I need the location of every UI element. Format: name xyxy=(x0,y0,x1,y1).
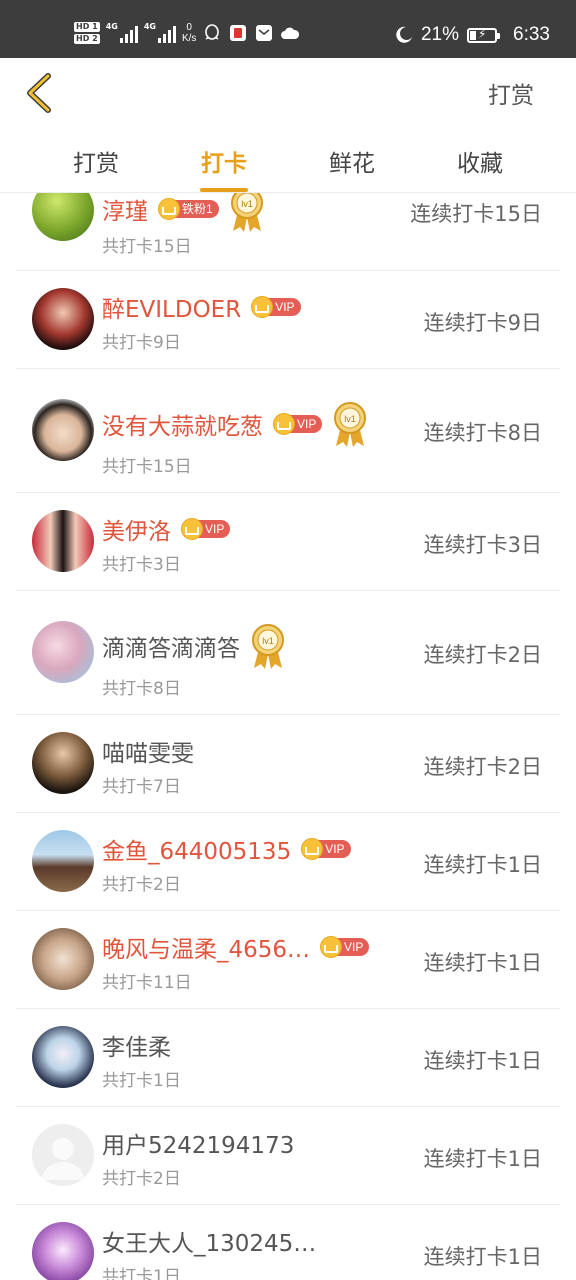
hd2-label: HD 2 xyxy=(74,34,100,44)
user-name: 没有大蒜就吃葱 xyxy=(102,414,263,440)
moon-icon xyxy=(396,26,412,43)
user-name: 滴滴答滴滴答 xyxy=(102,636,240,662)
total-checkin: 共打卡15日 xyxy=(102,457,192,477)
user-name: 李佳柔 xyxy=(102,1035,171,1061)
streak-checkin: 连续打卡1日 xyxy=(423,1147,542,1171)
list-item[interactable]: 滴滴答滴滴答 lv1 共打卡8日 连续打卡2日 xyxy=(16,590,560,715)
status-bar-right: 21% ⚡ 6:33 xyxy=(395,20,550,50)
user-name: 金鱼_644005135 xyxy=(102,839,292,865)
battery-charging-icon: ⚡ xyxy=(467,27,501,43)
streak-checkin: 连续打卡2日 xyxy=(423,643,542,667)
streak-checkin: 连续打卡1日 xyxy=(423,951,542,975)
clock: 6:33 xyxy=(513,24,550,45)
tab-checkin[interactable]: 打卡 xyxy=(200,144,248,192)
list-item[interactable]: 美伊洛 VIP 共打卡3日 连续打卡3日 xyxy=(16,492,560,591)
hd-indicator: HD 1 HD 2 xyxy=(74,22,100,44)
avatar[interactable] xyxy=(32,928,94,990)
vip-badge: VIP xyxy=(320,936,370,958)
streak-checkin: 连续打卡9日 xyxy=(423,311,542,335)
avatar[interactable] xyxy=(32,399,94,461)
avatar[interactable] xyxy=(32,621,94,683)
status-bar-left: HD 1 HD 2 4G 4G 0 K/s xyxy=(74,16,300,50)
total-checkin: 共打卡8日 xyxy=(102,679,181,699)
total-checkin: 共打卡1日 xyxy=(102,1071,181,1091)
network-speed: 0 K/s xyxy=(181,22,197,44)
streak-checkin: 连续打卡1日 xyxy=(423,853,542,877)
avatar[interactable] xyxy=(32,1124,94,1186)
total-checkin: 共打卡3日 xyxy=(102,555,181,575)
total-checkin: 共打卡2日 xyxy=(102,1169,181,1189)
total-checkin: 共打卡11日 xyxy=(102,973,192,993)
reward-action-button[interactable]: 打赏 xyxy=(488,76,534,110)
total-checkin: 共打卡9日 xyxy=(102,333,181,353)
list-item[interactable]: 晚风与温柔_4656… VIP 共打卡11日 连续打卡1日 xyxy=(16,910,560,1009)
avatar[interactable] xyxy=(32,510,94,572)
svg-text:lv1: lv1 xyxy=(241,199,253,209)
list-item[interactable]: 喵喵雯雯 共打卡7日 连续打卡2日 xyxy=(16,714,560,813)
user-name: 用户5242194173 xyxy=(102,1133,295,1159)
level-medal-icon: lv1 xyxy=(252,624,284,669)
user-name: 醉EVILDOER xyxy=(102,297,242,323)
total-checkin: 共打卡7日 xyxy=(102,777,181,797)
user-name: 美伊洛 xyxy=(102,519,171,545)
streak-checkin: 连续打卡1日 xyxy=(423,1245,542,1269)
status-bar: HD 1 HD 2 4G 4G 0 K/s 21% ⚡ 6:33 xyxy=(0,0,576,58)
signal-2-icon: 4G xyxy=(144,23,176,43)
top-header: 打赏 xyxy=(0,58,576,130)
streak-checkin: 连续打卡3日 xyxy=(423,533,542,557)
list-item[interactable]: 李佳柔 共打卡1日 连续打卡1日 xyxy=(16,1008,560,1107)
list-item[interactable]: 用户5242194173 共打卡2日 连续打卡1日 xyxy=(16,1106,560,1205)
checkin-list: 淳瑾 铁粉1 lv1 共打卡15日 连续打卡15日 醉EVILDOER VIP … xyxy=(0,193,576,1280)
vip-badge: VIP xyxy=(251,296,301,318)
avatar[interactable] xyxy=(32,193,94,241)
list-item[interactable]: 金鱼_644005135 VIP 共打卡2日 连续打卡1日 xyxy=(16,812,560,911)
avatar[interactable] xyxy=(32,288,94,350)
level-medal-icon: lv1 xyxy=(334,402,367,447)
list-item[interactable]: 醉EVILDOER VIP 共打卡9日 连续打卡9日 xyxy=(16,270,560,369)
qq-icon xyxy=(202,23,222,43)
tab-bar: 打赏 打卡 鲜花 收藏 xyxy=(0,130,576,193)
avatar[interactable] xyxy=(32,732,94,794)
list-item[interactable]: 女王大人_130245… 共打卡1日 连续打卡1日 xyxy=(16,1204,560,1280)
vip-badge: VIP xyxy=(301,838,351,860)
cloud-icon xyxy=(280,23,300,43)
red-app-icon xyxy=(228,23,248,43)
avatar[interactable] xyxy=(32,1026,94,1088)
tab-favorites[interactable]: 收藏 xyxy=(457,144,503,178)
svg-text:lv1: lv1 xyxy=(345,414,357,424)
default-avatar-icon xyxy=(42,1138,84,1180)
user-name: 淳瑾 xyxy=(102,199,148,225)
avatar[interactable] xyxy=(32,830,94,892)
avatar[interactable] xyxy=(32,1222,94,1280)
total-checkin: 共打卡15日 xyxy=(102,237,192,257)
active-tab-indicator xyxy=(200,188,248,192)
user-name: 喵喵雯雯 xyxy=(102,741,194,767)
fan-badge: 铁粉1 xyxy=(158,198,219,220)
signal-1-icon: 4G xyxy=(106,23,138,43)
tab-reward[interactable]: 打赏 xyxy=(73,144,119,178)
streak-checkin: 连续打卡15日 xyxy=(410,202,542,226)
user-name: 女王大人_130245… xyxy=(102,1231,317,1257)
total-checkin: 共打卡1日 xyxy=(102,1267,181,1280)
svg-text:lv1: lv1 xyxy=(262,636,274,646)
battery-percent: 21% xyxy=(420,24,460,45)
streak-checkin: 连续打卡1日 xyxy=(423,1049,542,1073)
tab-flowers[interactable]: 鲜花 xyxy=(329,144,375,178)
streak-checkin: 连续打卡2日 xyxy=(423,755,542,779)
hd1-label: HD 1 xyxy=(74,22,100,32)
chevron-left-icon xyxy=(27,73,51,113)
vip-badge: VIP xyxy=(181,518,231,540)
list-item[interactable]: 淳瑾 铁粉1 lv1 共打卡15日 连续打卡15日 xyxy=(16,193,560,271)
streak-checkin: 连续打卡8日 xyxy=(423,421,542,445)
mail-icon xyxy=(254,23,274,43)
list-item[interactable]: 没有大蒜就吃葱 VIP lv1 共打卡15日 连续打卡8日 xyxy=(16,368,560,493)
vip-badge: VIP xyxy=(273,413,323,435)
total-checkin: 共打卡2日 xyxy=(102,875,181,895)
user-name: 晚风与温柔_4656… xyxy=(102,937,311,963)
level-medal-icon: lv1 xyxy=(230,193,263,232)
back-button[interactable] xyxy=(22,72,56,114)
